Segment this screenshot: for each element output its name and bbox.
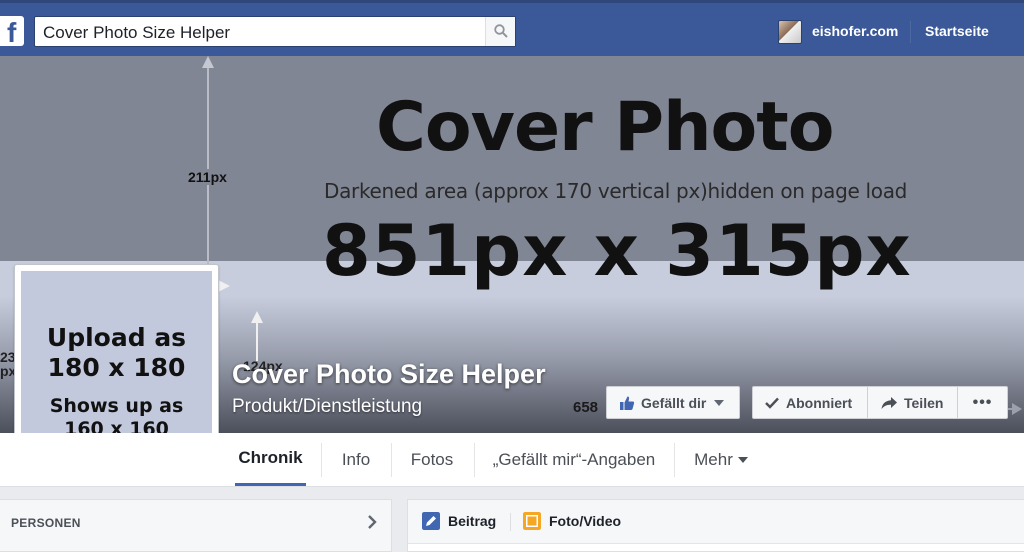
search-icon xyxy=(494,24,508,38)
page-category[interactable]: Produkt/Dienstleistung xyxy=(232,396,422,418)
thumbs-up-icon xyxy=(620,396,635,410)
tab-info[interactable]: Info xyxy=(326,433,386,486)
cover-title: Cover Photo xyxy=(376,88,834,167)
divider xyxy=(674,443,675,477)
people-panel-title: PERSONEN xyxy=(11,516,81,530)
share-button[interactable]: Teilen xyxy=(867,386,958,419)
home-link[interactable]: Startseite xyxy=(925,23,989,39)
cover-subtitle: Darkened area (approx 170 vertical px)hi… xyxy=(324,179,908,203)
chevron-down-icon xyxy=(737,456,748,463)
tab-fotos[interactable]: Fotos xyxy=(400,433,464,486)
chevron-right-icon[interactable] xyxy=(367,514,377,530)
divider xyxy=(321,443,322,477)
like-button[interactable]: Gefällt dir xyxy=(606,386,740,419)
composer-tabs: Beitrag Foto/Video xyxy=(408,500,1024,544)
tab-more[interactable]: Mehr xyxy=(681,433,761,486)
check-icon xyxy=(765,397,779,409)
composer-tab-post-label: Beitrag xyxy=(448,513,497,529)
photo-icon xyxy=(523,512,541,530)
search-button[interactable] xyxy=(485,17,515,46)
like-button-label: Gefällt dir xyxy=(641,394,707,411)
share-button-label: Teilen xyxy=(904,394,944,411)
arrow-right-icon xyxy=(1012,403,1022,415)
avatar[interactable] xyxy=(778,20,802,44)
divider xyxy=(510,513,511,531)
facebook-logo-icon[interactable]: f xyxy=(0,16,24,48)
arrow-up-icon xyxy=(251,311,263,323)
search-input-value[interactable]: Cover Photo Size Helper xyxy=(43,23,230,43)
divider xyxy=(391,443,392,477)
tab-likes[interactable]: „Gefällt mir“-Angaben xyxy=(482,433,666,486)
profile-name[interactable]: eishofer.com xyxy=(812,23,898,39)
people-panel[interactable]: PERSONEN xyxy=(0,499,392,552)
tab-more-label: Mehr xyxy=(694,449,733,469)
divider xyxy=(474,443,475,477)
divider xyxy=(910,21,911,43)
page-name[interactable]: Cover Photo Size Helper xyxy=(232,359,546,390)
profile-pic-text-3: Shows up as xyxy=(49,395,184,417)
arrow-up-icon xyxy=(202,56,214,68)
profile-pic-text-1: Upload as xyxy=(46,323,187,352)
composer-tab-post[interactable]: Beitrag xyxy=(422,512,496,530)
arrow-right-icon xyxy=(218,280,230,292)
cover-size: 851px x 315px xyxy=(322,210,912,292)
composer-tab-photo[interactable]: Foto/Video xyxy=(523,512,621,530)
page-nav: Chronik Info Fotos „Gefällt mir“-Angaben… xyxy=(0,433,1024,487)
dimension-label-211: 211px xyxy=(186,169,229,185)
top-bar: f Cover Photo Size Helper eishofer.com S… xyxy=(0,0,1024,56)
composer: Beitrag Foto/Video xyxy=(407,499,1024,552)
chevron-down-icon xyxy=(714,399,725,406)
dimension-line xyxy=(256,321,258,361)
search-input[interactable]: Cover Photo Size Helper xyxy=(34,16,516,47)
subscribed-button-label: Abonniert xyxy=(786,394,853,411)
subscribed-button[interactable]: Abonniert xyxy=(752,386,868,419)
more-options-button[interactable]: ••• xyxy=(957,386,1008,419)
tab-chronik[interactable]: Chronik xyxy=(235,433,306,486)
dimension-label-658: 658 xyxy=(573,399,599,416)
share-arrow-icon xyxy=(881,396,897,409)
pencil-icon xyxy=(422,512,440,530)
more-dots-icon: ••• xyxy=(972,393,993,411)
composer-tab-photo-label: Foto/Video xyxy=(549,513,622,529)
profile-pic-text-2: 180 x 180 xyxy=(47,353,186,382)
